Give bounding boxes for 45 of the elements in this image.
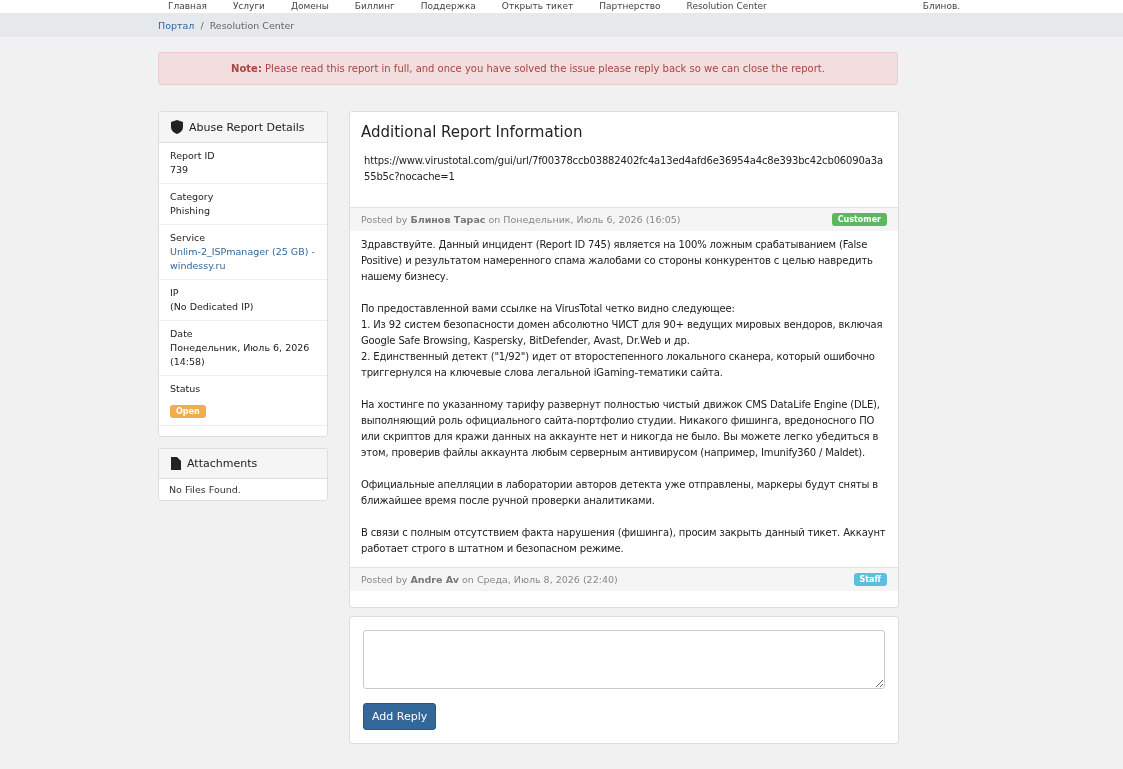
nav-link[interactable]: Поддержка	[420, 0, 476, 12]
service-link[interactable]: Unlim-2_ISPmanager (25 GB) - windessy.ru	[170, 245, 316, 273]
role-badge: Staff	[853, 573, 887, 586]
detail-label: Service	[170, 231, 207, 245]
nav-link[interactable]: Партнерство	[599, 0, 661, 12]
add-reply-button[interactable]: Add Reply	[363, 703, 437, 730]
post-text: 1. Из 92 систем безопасности домен абсолютно ЧИСТ для 90+ ведущих мировых вендоров, включая Google Safe Browsing, Kaspersky, BitDefender, Avast, Dr.Web и др.	[361, 318, 884, 348]
report-url: https://www.virustotal.com/gui/url/7f00378ccb03882402fc4a13ed4afd6e36954a4c8e393bc42cb06090a3a55b5c?nocache=1	[363, 154, 884, 184]
post-text: Здравствуйте. Данный инцидент (Report ID 745) является на 100% ложным срабатыванием (False Positive) и результатом намеренного спама жалобами со стороны конкурентов с целью навредить нашему бизнесу.	[361, 238, 874, 284]
nav-link[interactable]: Resolution Center	[686, 0, 767, 12]
detail-label: IP	[170, 286, 180, 300]
detail-value: Понедельник, Июль 6, 2026 (14:58)	[170, 341, 311, 369]
detail-label: Report ID	[170, 149, 216, 163]
file-icon	[171, 457, 181, 470]
detail-value: 739	[170, 163, 190, 177]
detail-label: Category	[170, 190, 215, 204]
post-text: В связи с полным отсутствием факта нарушения (фишинга), просим закрыть данный тикет. Аккаунт работает строго в штатном и безопасном режиме.	[361, 526, 887, 556]
breadcrumb-link[interactable]: Портал	[158, 19, 195, 31]
status-badge: Open	[170, 405, 206, 418]
reply-field[interactable]	[363, 630, 885, 689]
shield-icon	[171, 120, 183, 134]
detail-label: Status	[170, 382, 202, 396]
breadcrumb-current: Resolution Center	[209, 19, 295, 31]
nav-link[interactable]: Услуги	[232, 0, 265, 12]
nav-link[interactable]: Главная	[168, 0, 207, 12]
breadcrumb-separator: /	[200, 19, 204, 31]
panel-title: Abuse Report Details	[189, 120, 305, 134]
nav-link[interactable]: Домены	[290, 0, 329, 12]
post-meta: Posted by Andre Av on Среда, Июль 8, 2026 (22:40)	[361, 574, 618, 585]
nav-link[interactable]: Открыть тикет	[501, 0, 574, 12]
role-badge: Customer	[831, 213, 887, 226]
nav-link[interactable]: Биллинг	[354, 0, 395, 12]
note-alert: Note: Please read this report in full, and once you have solved the issue please reply back so we can close the report.	[158, 52, 898, 85]
empty-message: No Files Found.	[168, 483, 242, 497]
panel-title: Attachments	[187, 457, 258, 470]
report-title: Additional Report Information	[360, 122, 584, 143]
detail-value: (No Dedicated IP)	[170, 300, 255, 314]
post-meta: Posted by Блинов Тарас on Понедельник, Июль 6, 2026 (16:05)	[361, 214, 681, 225]
detail-value: Phishing	[170, 204, 212, 218]
nav-link[interactable]: Блинов.	[922, 0, 961, 12]
post-text: По предоставленной вами ссылке на VirusTotal четко видно следующее:	[361, 302, 736, 316]
post-text: На хостинге по указанному тарифу развернут полностью чистый движок CMS DataLife Engine (DLE), выполняющий роль официального сайта-портфолио студии. Никакого фишинга, вредоносного ПО или скриптов для кражи данных на аккаунте нет и никогда не было. Вы можете легко убедиться в этом, проверив файлы аккаунта любым серверным антивирусом (например, Imunify360 / Maldet).	[361, 398, 881, 460]
post-text: Официальные апелляции в лаборатории авторов детекта уже отправлены, маркеры будут сняты в ближайшее время после ручной проверки аналитиками.	[361, 478, 880, 508]
detail-label: Date	[170, 327, 194, 341]
post-text: 2. Единственный детект ("1/92") идет от второстепенного локального сканера, который ошибочно триггернулся на ключевые слова легальной iGaming-тематики сайта.	[361, 350, 876, 380]
